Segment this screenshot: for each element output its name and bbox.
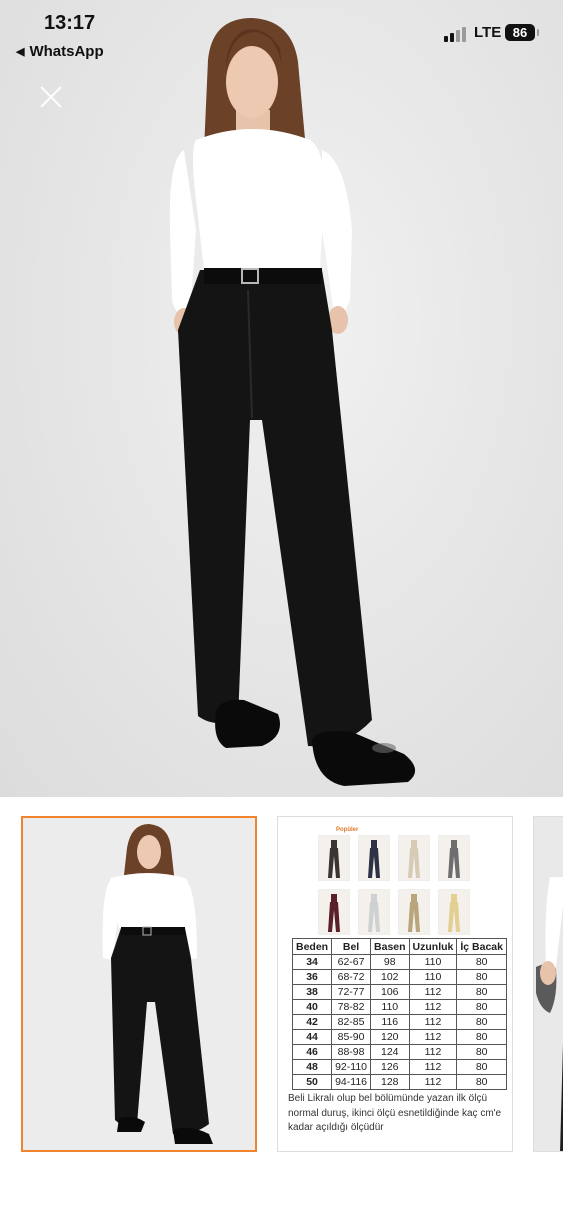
- size-chart-row: 48 92-110 126 112 80: [291, 1059, 507, 1075]
- battery-tip: [537, 29, 539, 36]
- size-chart-cell: 112: [408, 999, 458, 1015]
- size-chart-cell: 112: [408, 1074, 458, 1090]
- thumbnail-size-chart[interactable]: Popüler Beden Bel Basen Uzunluk İç Bacak…: [277, 816, 513, 1152]
- size-chart-cell: 120: [370, 1029, 410, 1045]
- size-chart-cell: 46: [291, 1044, 333, 1060]
- size-chart-row: 36 68-72 102 110 80: [291, 969, 507, 985]
- size-chart-row: 50 94-116 128 112 80: [291, 1074, 507, 1090]
- size-chart-cell: 112: [408, 1029, 458, 1045]
- size-chart-cell: 36: [291, 969, 333, 985]
- size-chart-note: Beli Likralı olup bel bölümünde yazan il…: [288, 1093, 502, 1133]
- variant-swatch: [358, 889, 390, 935]
- header-ic-bacak: İç Bacak: [456, 938, 507, 955]
- back-app-label: WhatsApp: [29, 43, 104, 60]
- size-chart-cell: 106: [370, 984, 410, 1000]
- signal-strength-icon: [444, 26, 470, 42]
- size-chart-cell: 85-90: [331, 1029, 372, 1045]
- header-uzunluk: Uzunluk: [408, 938, 458, 955]
- header-basen: Basen: [370, 938, 410, 955]
- size-chart-row: 38 72-77 106 112 80: [291, 984, 507, 1000]
- size-chart-cell: 116: [370, 1014, 410, 1030]
- size-chart-cell: 80: [456, 1059, 507, 1075]
- header-bel: Bel: [331, 938, 372, 955]
- network-type: LTE: [474, 24, 502, 41]
- size-chart-cell: 62-67: [331, 954, 372, 970]
- size-chart-cell: 80: [456, 954, 507, 970]
- thumbnail-model-illustration: [23, 818, 255, 1150]
- size-chart-cell: 80: [456, 984, 507, 1000]
- variant-swatch: [438, 835, 470, 881]
- size-chart-cell: 38: [291, 984, 333, 1000]
- size-chart-cell: 48: [291, 1059, 333, 1075]
- back-arrow-icon: ◀: [16, 46, 25, 58]
- status-time: 13:17: [44, 12, 96, 34]
- size-chart-cell: 68-72: [331, 969, 372, 985]
- size-chart-cell: 112: [408, 1059, 458, 1075]
- size-chart-cell: 80: [456, 999, 507, 1015]
- battery-icon: 86: [505, 24, 535, 41]
- size-chart-header-row: Beden Bel Basen Uzunluk İç Bacak: [291, 938, 507, 955]
- variant-swatch: [318, 835, 350, 881]
- size-chart-cell: 42: [291, 1014, 333, 1030]
- close-icon[interactable]: [36, 82, 66, 112]
- size-chart-cell: 78-82: [331, 999, 372, 1015]
- thumbnail-next-photo[interactable]: [533, 816, 563, 1152]
- size-chart-cell: 112: [408, 1014, 458, 1030]
- size-chart-row: 42 82-85 116 112 80: [291, 1014, 507, 1030]
- size-chart-cell: 110: [408, 954, 458, 970]
- size-chart-cell: 112: [408, 984, 458, 1000]
- size-chart-cell: 50: [291, 1074, 333, 1090]
- size-chart-cell: 80: [456, 1074, 507, 1090]
- thumbnail-next-illustration: [534, 817, 563, 1151]
- size-chart-table: Beden Bel Basen Uzunluk İç Bacak 34 62-67…: [291, 938, 507, 1090]
- size-chart-cell: 110: [370, 999, 410, 1015]
- variant-swatch: [398, 889, 430, 935]
- size-chart-cell: 44: [291, 1029, 333, 1045]
- size-chart-row: 34 62-67 98 110 80: [291, 954, 507, 970]
- size-chart-cell: 110: [408, 969, 458, 985]
- variant-swatch: [358, 835, 390, 881]
- size-chart-cell: 72-77: [331, 984, 372, 1000]
- model-illustration: [169, 18, 416, 786]
- size-chart-cell: 94-116: [331, 1074, 372, 1090]
- size-chart-cell: 34: [291, 954, 333, 970]
- size-chart-row: 46 88-98 124 112 80: [291, 1044, 507, 1060]
- size-chart-row: 40 78-82 110 112 80: [291, 999, 507, 1015]
- variant-swatch: [318, 889, 350, 935]
- back-to-app-button[interactable]: ◀ WhatsApp: [16, 43, 104, 60]
- popular-badge: Popüler: [336, 827, 359, 833]
- size-chart-cell: 80: [456, 969, 507, 985]
- size-chart-cell: 126: [370, 1059, 410, 1075]
- variant-swatch: [438, 889, 470, 935]
- header-beden: Beden: [291, 938, 333, 955]
- size-chart-cell: 124: [370, 1044, 410, 1060]
- size-chart-cell: 80: [456, 1044, 507, 1060]
- size-chart-cell: 88-98: [331, 1044, 372, 1060]
- size-chart-cell: 92-110: [331, 1059, 372, 1075]
- status-bar: 13:17 ◀ WhatsApp LTE 86: [0, 0, 563, 70]
- size-chart-cell: 98: [370, 954, 410, 970]
- product-image-main[interactable]: 13:17 ◀ WhatsApp LTE 86: [0, 0, 563, 797]
- size-chart-cell: 102: [370, 969, 410, 985]
- battery-level: 86: [512, 25, 528, 40]
- size-chart-cell: 40: [291, 999, 333, 1015]
- size-chart-cell: 128: [370, 1074, 410, 1090]
- size-chart-cell: 82-85: [331, 1014, 372, 1030]
- size-chart-cell: 80: [456, 1014, 507, 1030]
- size-chart-row: 44 85-90 120 112 80: [291, 1029, 507, 1045]
- size-chart-cell: 112: [408, 1044, 458, 1060]
- thumbnail-model-photo[interactable]: [21, 816, 257, 1152]
- size-chart-cell: 80: [456, 1029, 507, 1045]
- variant-swatch: [398, 835, 430, 881]
